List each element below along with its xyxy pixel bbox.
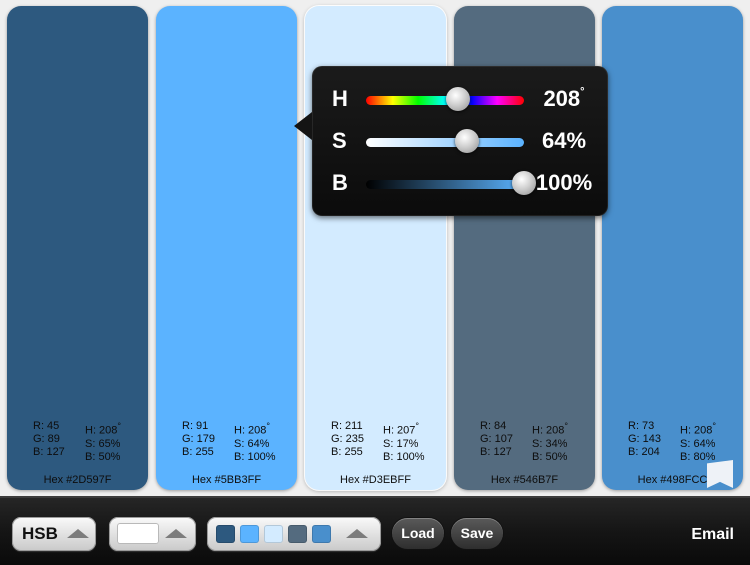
palette-selector[interactable] [207,517,381,551]
hsb-picker-popover: H 208° S 64% B 100% [294,66,608,216]
swatch-1[interactable]: R: 45 G: 89 B: 127 H: 208° S: 65% B: 50%… [7,6,148,490]
hsb-s: S: 64% [680,437,716,450]
hsb-h: H: 208 [680,424,713,437]
rgb-r: R: 73 [628,420,655,432]
hex-value: Hex #2D597F [43,474,112,486]
hex-value: Hex #5BB3FF [191,474,262,486]
hue-row: H 208° [312,82,608,118]
rgb-g: G: 179 [182,433,216,445]
save-button[interactable]: Save [451,518,503,549]
hsb-h: H: 208 [532,424,565,437]
hsb-b: B: 100% [383,450,425,463]
hsb-h: H: 207 [383,424,416,437]
saturation-row: S 64% [312,124,608,160]
rgb-r: R: 45 [33,420,60,432]
bottom-toolbar: HSB Load Save Email [0,496,750,565]
rgb-r: R: 211 [331,420,363,432]
brightness-slider-track[interactable] [366,180,524,189]
degree-mark: ° [266,421,271,431]
hsb-b: B: 50% [532,450,568,463]
hsb-b: B: 100% [234,450,276,463]
swatch-2[interactable]: R: 91 G: 179 B: 255 H: 208° S: 64% B: 10… [156,6,297,490]
saturation-label: S [332,128,347,153]
color-preview [117,523,159,544]
hue-unit: ° [580,86,585,98]
mini-swatch-1 [216,525,235,543]
mini-swatch-2 [240,525,259,543]
saturation-slider-track[interactable] [366,138,524,147]
hex-value: Hex #D3EBFF [340,474,411,486]
rgb-r: R: 84 [480,420,507,432]
load-button[interactable]: Load [392,518,444,549]
expand-arrow-icon [346,529,368,538]
mini-swatch-5 [312,525,331,543]
expand-arrow-icon [165,529,187,538]
color-mode-label: HSB [22,524,58,543]
expand-arrow-icon [67,529,89,538]
hsb-s: S: 65% [85,437,121,450]
popover-arrow [294,112,312,140]
palette-canvas: R: 45 G: 89 B: 127 H: 208° S: 65% B: 50%… [0,0,750,496]
brightness-row: B 100% [312,166,608,202]
hue-number: 208 [543,86,581,111]
swatch-5[interactable]: R: 73 G: 143 B: 204 H: 208° S: 64% B: 80… [602,6,743,490]
degree-mark: ° [415,421,420,431]
hex-value: Hex #546B7F [490,474,559,486]
hue-slider-knob[interactable] [445,87,470,111]
saturation-slider-knob[interactable] [455,129,480,153]
color-mode-selector[interactable]: HSB [12,517,96,551]
rgb-r: R: 91 [182,420,209,432]
brightness-label: B [332,170,348,195]
hsb-s: S: 17% [383,437,419,450]
rgb-g: G: 235 [331,433,365,445]
degree-mark: ° [117,421,122,431]
brightness-value: 100% [535,170,593,195]
hue-value: 208° [522,86,606,112]
hsb-h: H: 208 [85,424,118,437]
rgb-b: B: 255 [331,446,363,458]
hsb-h: H: 208 [234,424,267,437]
rgb-g: G: 143 [628,433,662,445]
rgb-b: B: 127 [33,446,65,458]
rgb-b: B: 255 [182,446,214,458]
rgb-b: B: 204 [628,446,660,458]
hsb-b: B: 50% [85,450,121,463]
hsb-b: B: 80% [680,450,716,463]
mini-swatch-3 [264,525,283,543]
hsb-s: S: 64% [234,437,270,450]
rgb-g: G: 89 [33,433,60,445]
hue-label: H [332,86,348,111]
saturation-value: 64% [541,128,587,153]
degree-mark: ° [564,421,569,431]
degree-mark: ° [712,421,717,431]
color-field-selector[interactable] [109,517,196,551]
rgb-g: G: 107 [480,433,514,445]
hue-slider-track[interactable] [366,96,524,105]
rgb-b: B: 127 [480,446,512,458]
hsb-s: S: 34% [532,437,568,450]
mini-swatch-4 [288,525,307,543]
email-button[interactable]: Email [691,526,734,544]
